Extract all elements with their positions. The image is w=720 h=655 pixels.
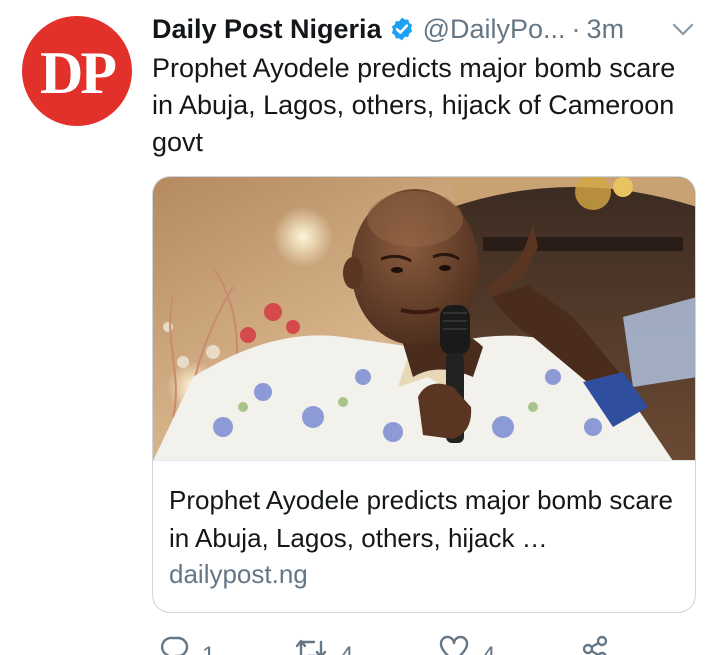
reply-count: 1 (202, 642, 215, 655)
card-domain[interactable]: dailypost.ng (169, 559, 308, 590)
card-title[interactable]: Prophet Ayodele predicts major bomb scar… (169, 481, 684, 557)
like-count: 4 (482, 642, 495, 655)
tweet-actions: 1 4 4 (152, 634, 696, 655)
share-button[interactable] (580, 634, 610, 655)
author-handle[interactable]: @DailyPo... (423, 14, 566, 45)
avatar-text: DP (40, 40, 117, 106)
retweet-count: 4 (340, 642, 353, 655)
avatar[interactable]: DP (22, 16, 132, 126)
separator-dot: · (571, 13, 581, 44)
heart-icon (438, 634, 470, 655)
preacher-photo (153, 177, 695, 460)
author-name[interactable]: Daily Post Nigeria (152, 14, 382, 45)
retweet-icon (294, 634, 328, 655)
share-icon (580, 634, 610, 655)
chevron-down-icon[interactable] (670, 19, 696, 39)
tweet-header: Daily Post Nigeria @DailyPo... · 3m (152, 9, 702, 49)
tweet-text: Prophet Ayodele predicts major bomb scar… (152, 53, 676, 157)
reply-icon (160, 634, 190, 655)
like-button[interactable]: 4 (438, 634, 495, 655)
link-card[interactable]: Prophet Ayodele predicts major bomb scar… (152, 176, 696, 613)
verified-badge-icon (389, 16, 415, 42)
card-image[interactable] (153, 177, 695, 461)
tweet-timestamp[interactable]: 3m (587, 14, 625, 45)
reply-button[interactable]: 1 (160, 634, 215, 655)
retweet-button[interactable]: 4 (294, 634, 353, 655)
